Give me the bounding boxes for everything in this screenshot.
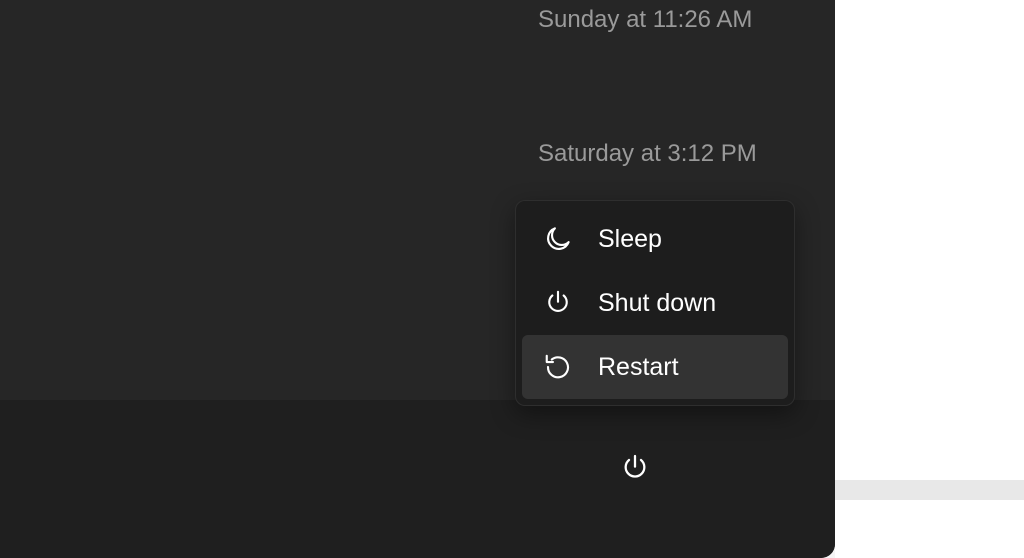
- start-footer: [0, 400, 835, 558]
- shutdown-menu-item[interactable]: Shut down: [522, 271, 788, 335]
- power-icon: [619, 452, 651, 484]
- timestamp-text: Saturday at 3:12 PM: [538, 140, 757, 168]
- sleep-label: Sleep: [598, 225, 662, 254]
- background-panel: [835, 0, 1024, 558]
- start-menu-panel: Sunday at 11:26 AM Saturday at 3:12 PM S…: [0, 0, 835, 558]
- restart-label: Restart: [598, 353, 679, 382]
- restart-menu-item[interactable]: Restart: [522, 335, 788, 399]
- restart-icon: [542, 351, 574, 383]
- power-button[interactable]: [613, 446, 657, 490]
- moon-icon: [542, 223, 574, 255]
- power-icon: [542, 287, 574, 319]
- shutdown-label: Shut down: [598, 289, 716, 318]
- background-gap: [835, 480, 1024, 500]
- power-menu: Sleep Shut down Restart: [515, 200, 795, 406]
- timestamp-text: Sunday at 11:26 AM: [538, 6, 752, 34]
- sleep-menu-item[interactable]: Sleep: [522, 207, 788, 271]
